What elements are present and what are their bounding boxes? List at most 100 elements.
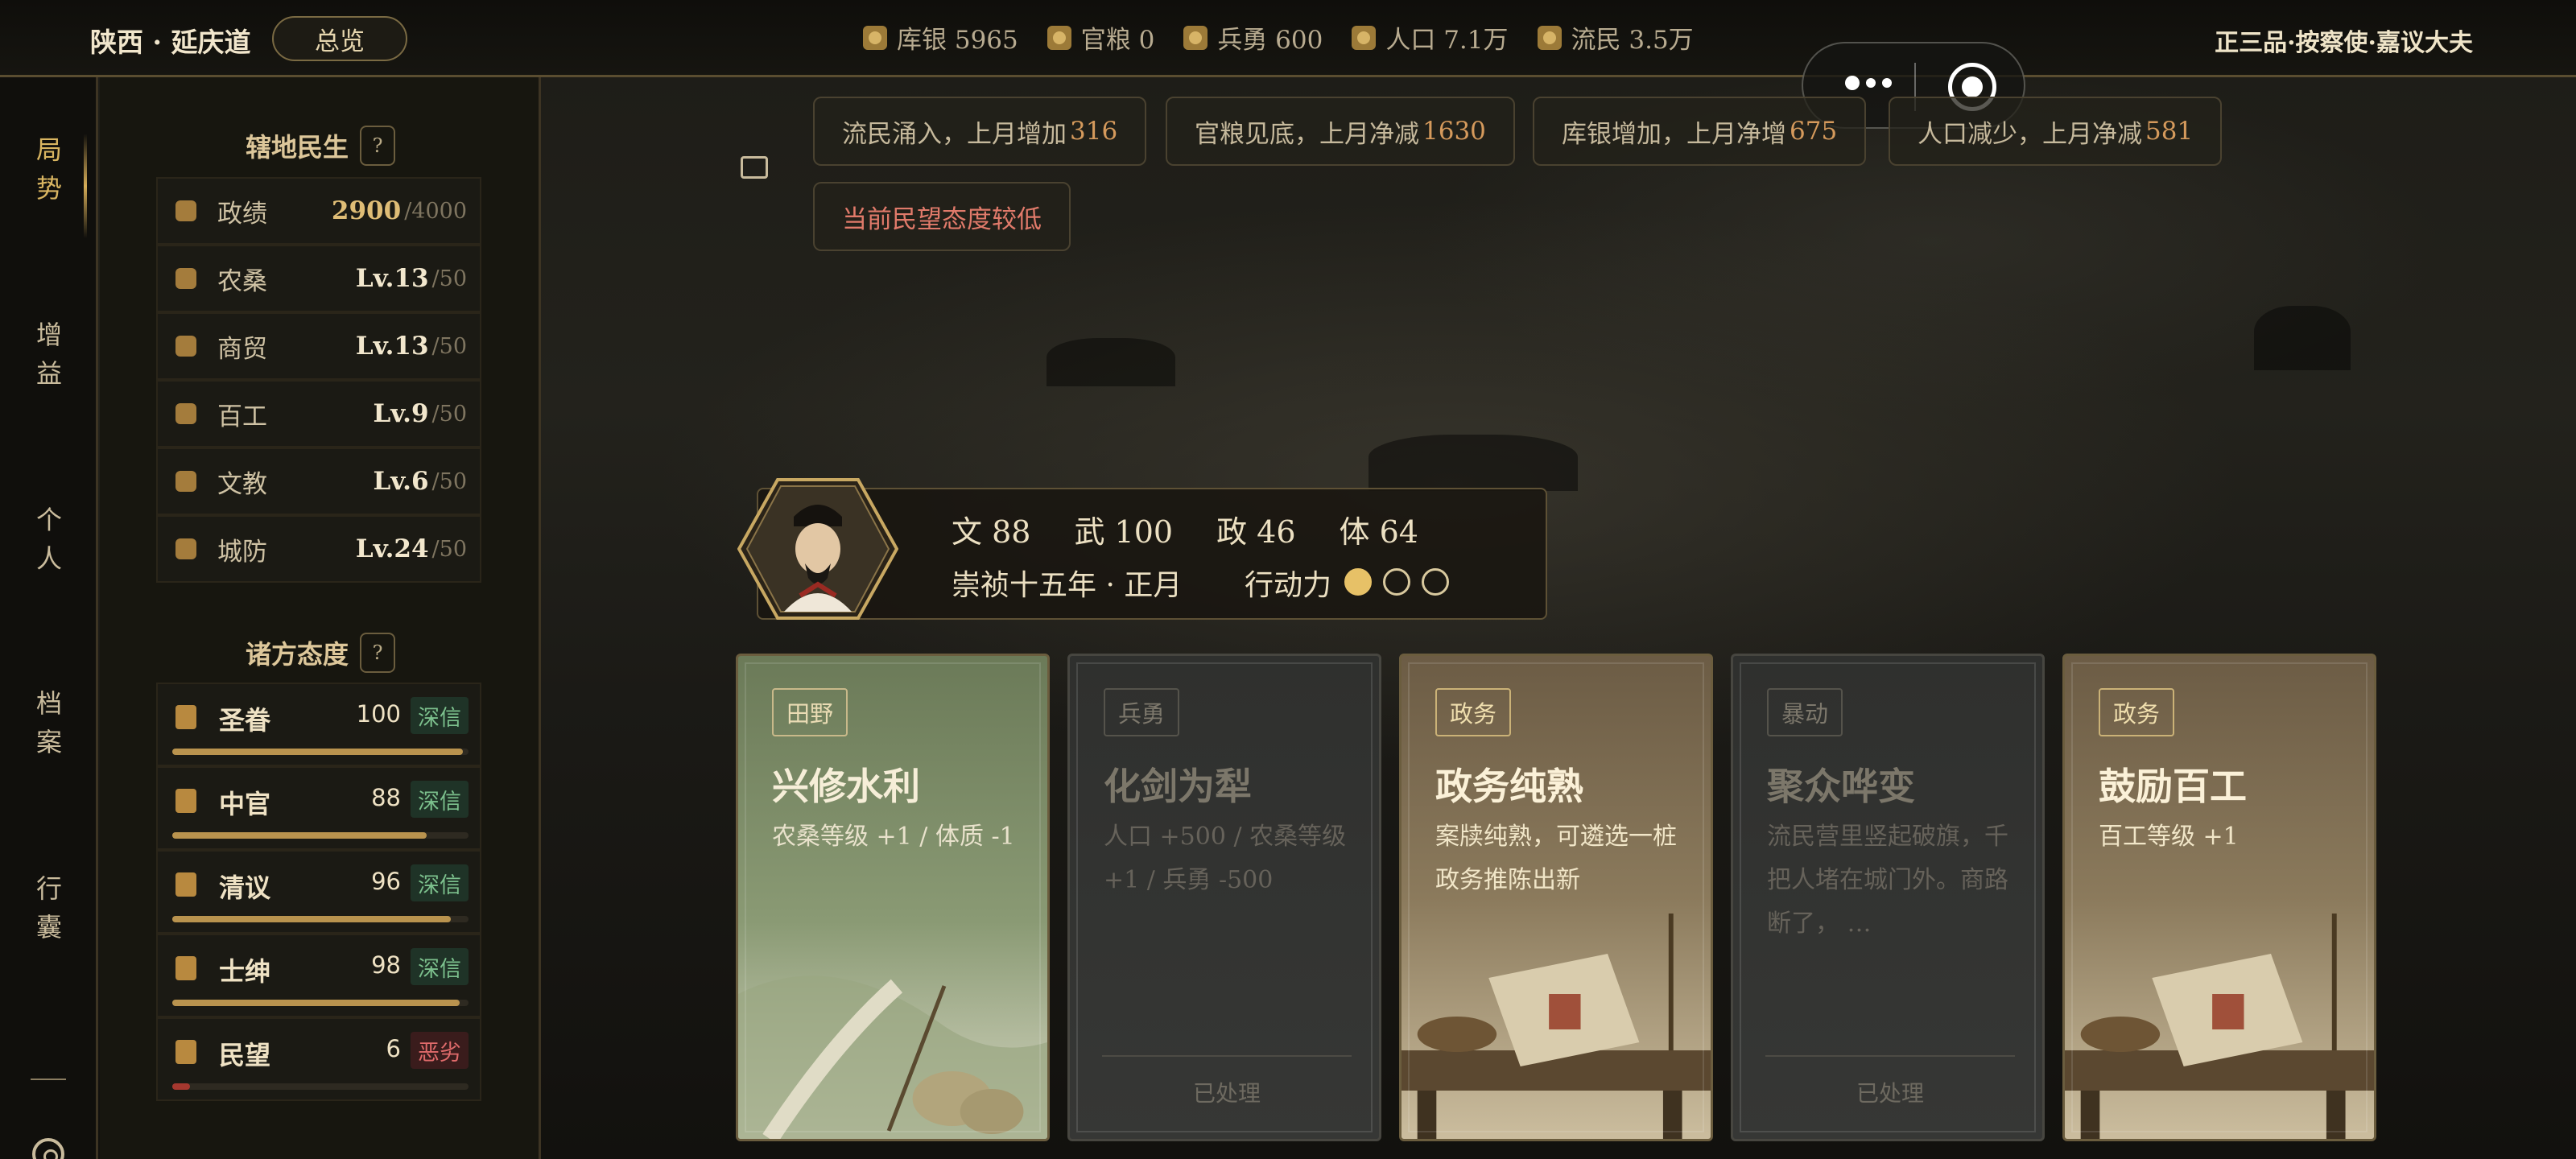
attitude-bar-fill (172, 1083, 191, 1090)
resource-grain: 官粮 0 (1046, 19, 1154, 56)
notice-silver[interactable]: 库银增加，上月净增 675 (1533, 97, 1867, 166)
attitudes-help-button[interactable]: ? (360, 633, 395, 673)
left-nav: 局势 增益 个人 档案 行囊 (0, 77, 98, 1159)
card-processed-label: 已处理 (1765, 1055, 2015, 1108)
card-title: 兴修水利 (772, 765, 920, 808)
notice-population[interactable]: 人口减少，上月净减 581 (1889, 97, 2223, 166)
card-title: 化剑为犁 (1104, 765, 1252, 808)
notice-reputation[interactable]: 当前民望态度较低 (813, 182, 1071, 251)
card-description: 流民营里竖起破旗，千把人堵在城门外。商路断了， … (1767, 823, 2008, 938)
status-badge: 深信 (411, 948, 469, 985)
region-title: 陕西 · 延庆道 (90, 27, 251, 58)
nav-item-inventory[interactable]: 行囊 (0, 869, 98, 947)
card-title: 政务纯熟 (1435, 765, 1583, 808)
attitude-row-emperor[interactable]: 圣眷 100 深信 (156, 683, 481, 766)
status-badge: 深信 (411, 781, 469, 818)
attitude-bar-fill (172, 832, 427, 839)
attitudes-header: 诸方态度 ? (100, 633, 541, 673)
event-card-encourage-crafts[interactable]: 政务 鼓励百工 百工等级 +1 (2062, 654, 2376, 1141)
gentry-icon (175, 956, 196, 980)
event-card-mutiny[interactable]: 暴动 聚众哗变 流民营里竖起破旗，千把人堵在城门外。商路断了， … 已处理 (1731, 654, 2045, 1141)
stat-literary: 文 88 (952, 514, 1031, 550)
card-tag: 兵勇 (1104, 688, 1180, 736)
stat-martial: 武 100 (1074, 514, 1174, 550)
status-badge: 深信 (411, 864, 469, 901)
stat-row-education[interactable]: 文教 Lv.6/50 (156, 448, 481, 515)
nav-item-personal[interactable]: 个人 (0, 501, 98, 578)
character-portrait[interactable] (737, 478, 898, 620)
population-icon (1352, 25, 1377, 50)
notice-refugees[interactable]: 流民涌入，上月增加 316 (813, 97, 1147, 166)
governance-title: 辖地民生 (245, 132, 349, 163)
resource-refugees: 流民 3.5万 (1537, 19, 1694, 56)
card-tag: 政务 (1435, 688, 1512, 736)
soldier-icon (1183, 25, 1208, 50)
background-roof (1368, 435, 1578, 491)
attitude-bar (172, 1083, 469, 1090)
action-point-empty (1383, 568, 1410, 596)
attitude-bar (172, 1000, 469, 1006)
attitude-row-gentry[interactable]: 士绅 98 深信 (156, 934, 481, 1017)
action-points-label: 行动力 (1245, 569, 1332, 602)
card-description: 人口 +500 / 农桑等级 +1 / 兵勇 -500 (1104, 823, 1347, 894)
overview-button[interactable]: 总览 (272, 16, 407, 61)
defense-icon (175, 538, 196, 559)
chat-icon[interactable] (741, 156, 768, 179)
stat-row-trade[interactable]: 商贸 Lv.13/50 (156, 312, 481, 380)
attitude-bar (172, 749, 469, 755)
card-description: 案牍纯熟，可遴选一桩政务推陈出新 (1435, 823, 1677, 894)
education-icon (175, 471, 196, 492)
attitude-row-eunuch[interactable]: 中官 88 深信 (156, 766, 481, 850)
more-icon[interactable] (1845, 76, 1892, 90)
nav-divider (31, 1079, 66, 1080)
silver-icon (863, 25, 887, 50)
event-card-skilled-governance[interactable]: 政务 政务纯熟 案牍纯熟，可遴选一桩政务推陈出新 (1399, 654, 1713, 1141)
event-card-irrigation[interactable]: 田野 兴修水利 农桑等级 +1 / 体质 -1 (736, 654, 1050, 1141)
stats-panel: 辖地民生 ? 政绩 2900/4000 农桑 Lv.13/50 商贸 Lv.13/50… (100, 77, 541, 1159)
attitude-row-scholars[interactable]: 清议 96 深信 (156, 850, 481, 934)
settings-icon[interactable] (32, 1138, 64, 1159)
governance-header: 辖地民生 ? (100, 126, 541, 166)
refugee-icon (1537, 25, 1562, 50)
action-point-filled (1344, 568, 1372, 596)
stat-row-defense[interactable]: 城防 Lv.24/50 (156, 515, 481, 583)
resource-bar: 库银 5965 官粮 0 兵勇 600 人口 7.1万 流民 3.5万 (863, 19, 1694, 56)
attitude-bar-fill (172, 1000, 460, 1006)
attitude-row-people[interactable]: 民望 6 恶劣 (156, 1017, 481, 1101)
stat-physique: 体 64 (1339, 514, 1418, 550)
status-badge: 深信 (411, 697, 469, 734)
governance-list: 政绩 2900/4000 农桑 Lv.13/50 商贸 Lv.13/50 百工 Lv.9… (156, 177, 481, 583)
farming-icon (175, 268, 196, 289)
background-roof (2254, 306, 2351, 370)
attitude-bar-fill (172, 916, 451, 922)
eunuch-icon (175, 789, 196, 813)
crafts-icon (175, 403, 196, 424)
card-tag: 田野 (772, 688, 848, 736)
grain-icon (1046, 25, 1071, 50)
emperor-icon (175, 705, 196, 729)
top-bar: 陕西 · 延庆道 总览 库银 5965 官粮 0 兵勇 600 人口 7.1万 … (0, 0, 2576, 77)
attitude-bar (172, 916, 469, 922)
stat-row-merit[interactable]: 政绩 2900/4000 (156, 177, 481, 245)
attitudes-list: 圣眷 100 深信 中官 88 深信 清议 96 深信 士绅 98 深信 民望 … (156, 683, 481, 1101)
card-title: 聚众哗变 (1767, 765, 1915, 808)
notice-grain[interactable]: 官粮见底，上月净减 1630 (1166, 97, 1515, 166)
nav-item-situation[interactable]: 局势 (0, 130, 98, 208)
people-icon (175, 1040, 196, 1064)
resource-silver: 库银 5965 (863, 19, 1018, 56)
game-date: 崇祯十五年 · 正月 (952, 569, 1183, 602)
card-tag: 政务 (2099, 688, 2175, 736)
card-description: 农桑等级 +1 / 体质 -1 (772, 823, 1015, 851)
card-description: 百工等级 +1 (2099, 823, 2239, 851)
nav-item-buffs[interactable]: 增益 (0, 316, 98, 393)
stat-row-farming[interactable]: 农桑 Lv.13/50 (156, 245, 481, 312)
card-processed-label: 已处理 (1102, 1055, 1352, 1108)
stat-row-crafts[interactable]: 百工 Lv.9/50 (156, 380, 481, 448)
merit-icon (175, 200, 196, 221)
attitude-bar-fill (172, 749, 463, 755)
nav-item-archive[interactable]: 档案 (0, 684, 98, 761)
card-tag: 暴动 (1767, 688, 1843, 736)
governance-help-button[interactable]: ? (360, 126, 395, 166)
resource-population: 人口 7.1万 (1352, 19, 1509, 56)
event-card-swords-to-plows[interactable]: 兵勇 化剑为犁 人口 +500 / 农桑等级 +1 / 兵勇 -500 已处理 (1067, 654, 1381, 1141)
